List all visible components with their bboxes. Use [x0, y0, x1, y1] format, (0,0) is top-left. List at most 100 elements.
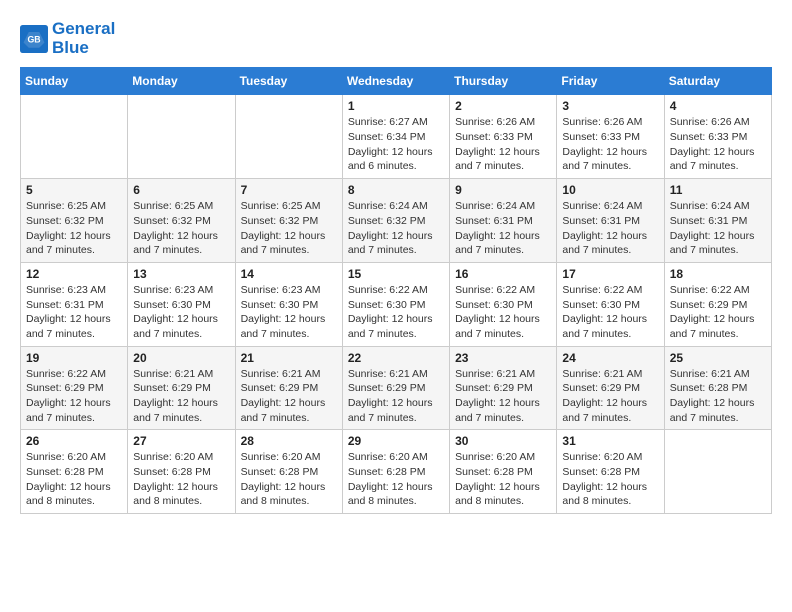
- day-number: 2: [455, 99, 551, 113]
- day-detail: Sunrise: 6:20 AMSunset: 6:28 PMDaylight:…: [241, 450, 337, 509]
- day-detail: Sunrise: 6:24 AMSunset: 6:32 PMDaylight:…: [348, 199, 444, 258]
- col-header-monday: Monday: [128, 68, 235, 95]
- calendar-cell: 12 Sunrise: 6:23 AMSunset: 6:31 PMDayligh…: [21, 262, 128, 346]
- logo: GB General Blue: [20, 20, 115, 57]
- day-detail: Sunrise: 6:21 AMSunset: 6:29 PMDaylight:…: [241, 367, 337, 426]
- calendar-cell: 21Sunrise: 6:21 AMSunset: 6:29 PMDayligh…: [235, 346, 342, 430]
- calendar-cell: 30 Sunrise: 6:20 AMSunset: 6:28 PMDayligh…: [450, 430, 557, 514]
- calendar-cell: 29 Sunrise: 6:20 AMSunset: 6:28 PMDayligh…: [342, 430, 449, 514]
- day-detail: Sunrise: 6:22 AMSunset: 6:29 PMDaylight:…: [26, 367, 122, 426]
- day-detail: Sunrise: 6:25 AMSunset: 6:32 PMDaylight:…: [241, 199, 337, 258]
- calendar-cell: 18 Sunrise: 6:22 AMSunset: 6:29 PMDayligh…: [664, 262, 771, 346]
- day-number: 12: [26, 267, 122, 281]
- col-header-sunday: Sunday: [21, 68, 128, 95]
- calendar-cell: 6 Sunrise: 6:25 AMSunset: 6:32 PMDaylight…: [128, 179, 235, 263]
- svg-text:GB: GB: [27, 34, 40, 44]
- day-detail: Sunrise: 6:21 AMSunset: 6:29 PMDaylight:…: [133, 367, 229, 426]
- calendar-cell: 4 Sunrise: 6:26 AMSunset: 6:33 PMDaylight…: [664, 95, 771, 179]
- day-number: 10: [562, 183, 658, 197]
- calendar-cell: 27 Sunrise: 6:20 AMSunset: 6:28 PMDayligh…: [128, 430, 235, 514]
- day-number: 3: [562, 99, 658, 113]
- day-detail: Sunrise: 6:20 AMSunset: 6:28 PMDaylight:…: [26, 450, 122, 509]
- day-detail: Sunrise: 6:21 AMSunset: 6:28 PMDaylight:…: [670, 367, 766, 426]
- day-detail: Sunrise: 6:20 AMSunset: 6:28 PMDaylight:…: [348, 450, 444, 509]
- calendar-cell: 11 Sunrise: 6:24 AMSunset: 6:31 PMDayligh…: [664, 179, 771, 263]
- day-detail: Sunrise: 6:23 AMSunset: 6:30 PMDaylight:…: [133, 283, 229, 342]
- day-number: 22: [348, 351, 444, 365]
- day-detail: Sunrise: 6:22 AMSunset: 6:29 PMDaylight:…: [670, 283, 766, 342]
- calendar-cell: [128, 95, 235, 179]
- calendar-cell: [664, 430, 771, 514]
- calendar-cell: 31Sunrise: 6:20 AMSunset: 6:28 PMDayligh…: [557, 430, 664, 514]
- day-number: 11: [670, 183, 766, 197]
- calendar-cell: 17Sunrise: 6:22 AMSunset: 6:30 PMDayligh…: [557, 262, 664, 346]
- day-detail: Sunrise: 6:23 AMSunset: 6:30 PMDaylight:…: [241, 283, 337, 342]
- day-number: 14: [241, 267, 337, 281]
- day-number: 18: [670, 267, 766, 281]
- day-number: 15: [348, 267, 444, 281]
- calendar-table: SundayMondayTuesdayWednesdayThursdayFrid…: [20, 67, 772, 514]
- day-number: 8: [348, 183, 444, 197]
- day-detail: Sunrise: 6:26 AMSunset: 6:33 PMDaylight:…: [562, 115, 658, 174]
- day-detail: Sunrise: 6:22 AMSunset: 6:30 PMDaylight:…: [455, 283, 551, 342]
- day-detail: Sunrise: 6:26 AMSunset: 6:33 PMDaylight:…: [670, 115, 766, 174]
- day-number: 1: [348, 99, 444, 113]
- calendar-cell: 2 Sunrise: 6:26 AMSunset: 6:33 PMDaylight…: [450, 95, 557, 179]
- calendar-cell: 8 Sunrise: 6:24 AMSunset: 6:32 PMDaylight…: [342, 179, 449, 263]
- calendar-cell: 26 Sunrise: 6:20 AMSunset: 6:28 PMDayligh…: [21, 430, 128, 514]
- day-number: 19: [26, 351, 122, 365]
- col-header-tuesday: Tuesday: [235, 68, 342, 95]
- calendar-cell: 14 Sunrise: 6:23 AMSunset: 6:30 PMDayligh…: [235, 262, 342, 346]
- col-header-friday: Friday: [557, 68, 664, 95]
- day-detail: Sunrise: 6:21 AMSunset: 6:29 PMDaylight:…: [562, 367, 658, 426]
- calendar-week-row: 12 Sunrise: 6:23 AMSunset: 6:31 PMDayligh…: [21, 262, 772, 346]
- day-detail: Sunrise: 6:23 AMSunset: 6:31 PMDaylight:…: [26, 283, 122, 342]
- day-detail: Sunrise: 6:22 AMSunset: 6:30 PMDaylight:…: [348, 283, 444, 342]
- day-detail: Sunrise: 6:24 AMSunset: 6:31 PMDaylight:…: [455, 199, 551, 258]
- calendar-cell: 10Sunrise: 6:24 AMSunset: 6:31 PMDayligh…: [557, 179, 664, 263]
- calendar-cell: [235, 95, 342, 179]
- day-number: 17: [562, 267, 658, 281]
- calendar-week-row: 1 Sunrise: 6:27 AMSunset: 6:34 PMDaylight…: [21, 95, 772, 179]
- calendar-cell: 13Sunrise: 6:23 AMSunset: 6:30 PMDayligh…: [128, 262, 235, 346]
- calendar-cell: 24 Sunrise: 6:21 AMSunset: 6:29 PMDayligh…: [557, 346, 664, 430]
- day-number: 4: [670, 99, 766, 113]
- calendar-cell: 28 Sunrise: 6:20 AMSunset: 6:28 PMDayligh…: [235, 430, 342, 514]
- day-number: 26: [26, 434, 122, 448]
- calendar-cell: 15 Sunrise: 6:22 AMSunset: 6:30 PMDayligh…: [342, 262, 449, 346]
- calendar-cell: 3 Sunrise: 6:26 AMSunset: 6:33 PMDaylight…: [557, 95, 664, 179]
- day-detail: Sunrise: 6:20 AMSunset: 6:28 PMDaylight:…: [133, 450, 229, 509]
- day-detail: Sunrise: 6:27 AMSunset: 6:34 PMDaylight:…: [348, 115, 444, 174]
- day-number: 28: [241, 434, 337, 448]
- day-number: 7: [241, 183, 337, 197]
- page-header: GB General Blue: [20, 20, 772, 57]
- calendar-cell: 22 Sunrise: 6:21 AMSunset: 6:29 PMDayligh…: [342, 346, 449, 430]
- day-detail: Sunrise: 6:21 AMSunset: 6:29 PMDaylight:…: [455, 367, 551, 426]
- calendar-cell: 7 Sunrise: 6:25 AMSunset: 6:32 PMDaylight…: [235, 179, 342, 263]
- day-detail: Sunrise: 6:26 AMSunset: 6:33 PMDaylight:…: [455, 115, 551, 174]
- calendar-week-row: 19 Sunrise: 6:22 AMSunset: 6:29 PMDayligh…: [21, 346, 772, 430]
- day-number: 16: [455, 267, 551, 281]
- day-detail: Sunrise: 6:24 AMSunset: 6:31 PMDaylight:…: [670, 199, 766, 258]
- calendar-header-row: SundayMondayTuesdayWednesdayThursdayFrid…: [21, 68, 772, 95]
- day-detail: Sunrise: 6:25 AMSunset: 6:32 PMDaylight:…: [133, 199, 229, 258]
- logo-text: General Blue: [52, 20, 115, 57]
- day-number: 24: [562, 351, 658, 365]
- calendar-cell: 23Sunrise: 6:21 AMSunset: 6:29 PMDayligh…: [450, 346, 557, 430]
- day-number: 6: [133, 183, 229, 197]
- day-number: 20: [133, 351, 229, 365]
- day-number: 30: [455, 434, 551, 448]
- calendar-cell: 16 Sunrise: 6:22 AMSunset: 6:30 PMDayligh…: [450, 262, 557, 346]
- day-detail: Sunrise: 6:21 AMSunset: 6:29 PMDaylight:…: [348, 367, 444, 426]
- calendar-cell: 19 Sunrise: 6:22 AMSunset: 6:29 PMDayligh…: [21, 346, 128, 430]
- day-number: 9: [455, 183, 551, 197]
- calendar-cell: 1 Sunrise: 6:27 AMSunset: 6:34 PMDaylight…: [342, 95, 449, 179]
- col-header-saturday: Saturday: [664, 68, 771, 95]
- day-number: 27: [133, 434, 229, 448]
- calendar-cell: 5Sunrise: 6:25 AMSunset: 6:32 PMDaylight…: [21, 179, 128, 263]
- day-number: 5: [26, 183, 122, 197]
- day-detail: Sunrise: 6:20 AMSunset: 6:28 PMDaylight:…: [455, 450, 551, 509]
- day-number: 31: [562, 434, 658, 448]
- day-number: 25: [670, 351, 766, 365]
- day-number: 29: [348, 434, 444, 448]
